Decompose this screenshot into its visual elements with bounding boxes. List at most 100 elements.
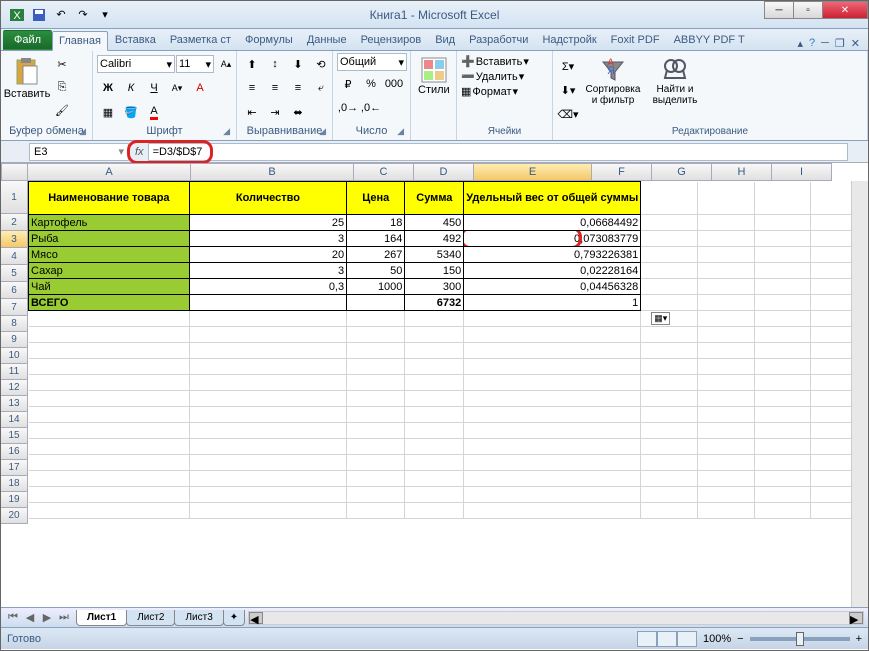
cell[interactable]: 0,02228164	[464, 263, 641, 279]
cell[interactable]	[641, 487, 698, 503]
font-color2-icon[interactable]: A	[189, 77, 211, 99]
cell[interactable]	[641, 391, 698, 407]
col-header[interactable]: E	[474, 163, 592, 181]
cells-area[interactable]: Наименование товара Количество Цена Сумм…	[28, 181, 868, 519]
cell[interactable]	[697, 471, 754, 487]
redo-icon[interactable]: ↷	[73, 5, 93, 25]
cell[interactable]	[697, 231, 754, 247]
border-icon[interactable]: ▦	[97, 101, 119, 123]
number-format-combo[interactable]: Общий▾	[337, 53, 407, 71]
formula-bar[interactable]: =D3/$D$7	[148, 143, 848, 161]
cell[interactable]	[754, 295, 811, 311]
cell[interactable]	[464, 487, 641, 503]
cell[interactable]: Удельный вес от общей суммы	[464, 182, 641, 215]
cell[interactable]	[754, 311, 811, 327]
tab-review[interactable]: Рецензиров	[354, 30, 429, 50]
styles-button[interactable]: Стили	[415, 53, 453, 99]
prev-sheet-icon[interactable]: ◀	[22, 611, 38, 624]
sheet-tab[interactable]: Лист1	[76, 610, 127, 626]
row-header[interactable]: 8	[1, 316, 28, 332]
col-header[interactable]: F	[592, 163, 652, 181]
row-header[interactable]: 2	[1, 214, 28, 231]
cell[interactable]: 164	[347, 231, 405, 247]
cell[interactable]	[405, 391, 464, 407]
cell[interactable]: 1	[464, 295, 641, 311]
save-icon[interactable]	[29, 5, 49, 25]
cell[interactable]	[29, 391, 190, 407]
cell[interactable]	[29, 327, 190, 343]
find-select-button[interactable]: Найти и выделить	[647, 53, 703, 109]
cell[interactable]	[641, 327, 698, 343]
cell[interactable]	[697, 359, 754, 375]
cell[interactable]	[464, 375, 641, 391]
align-mid-icon[interactable]: ↕	[264, 53, 286, 75]
cell[interactable]	[464, 391, 641, 407]
cell[interactable]	[754, 407, 811, 423]
col-header[interactable]: D	[414, 163, 474, 181]
cell[interactable]	[754, 182, 811, 215]
cell[interactable]: Чай	[29, 279, 190, 295]
cell[interactable]	[697, 391, 754, 407]
cell[interactable]: Количество	[189, 182, 346, 215]
cell[interactable]	[189, 423, 346, 439]
cell[interactable]	[697, 247, 754, 263]
cell[interactable]: 50	[347, 263, 405, 279]
cell[interactable]	[641, 471, 698, 487]
dec-decimal-icon[interactable]: ,0←	[360, 97, 382, 119]
next-sheet-icon[interactable]: ▶	[39, 611, 55, 624]
cell[interactable]	[189, 455, 346, 471]
cell[interactable]	[189, 407, 346, 423]
row-header[interactable]: 11	[1, 364, 28, 380]
zoom-in-icon[interactable]: +	[856, 633, 862, 645]
cell[interactable]	[347, 343, 405, 359]
italic-icon[interactable]: К	[120, 77, 142, 99]
row-header[interactable]: 17	[1, 460, 28, 476]
first-sheet-icon[interactable]: ⏮	[5, 611, 21, 624]
cell[interactable]: 267	[347, 247, 405, 263]
format-painter-icon[interactable]: 🖌	[51, 99, 73, 121]
cell[interactable]	[464, 343, 641, 359]
col-header[interactable]: B	[191, 163, 354, 181]
sheet-tab[interactable]: Лист2	[126, 610, 175, 626]
cell[interactable]	[697, 487, 754, 503]
cell[interactable]	[754, 247, 811, 263]
row-header[interactable]: 13	[1, 396, 28, 412]
delete-cells-button[interactable]: ➖Удалить▾	[461, 70, 524, 83]
cell[interactable]	[464, 359, 641, 375]
new-sheet-tab[interactable]: ✦	[223, 610, 245, 626]
cell[interactable]	[405, 439, 464, 455]
cell[interactable]: Цена	[347, 182, 405, 215]
comma-icon[interactable]: 000	[383, 73, 405, 95]
cell[interactable]: 0,06684492	[464, 215, 641, 231]
copy-icon[interactable]: ⎘	[51, 76, 73, 98]
cell[interactable]	[405, 471, 464, 487]
cell[interactable]	[29, 407, 190, 423]
row-header[interactable]: 6	[1, 282, 28, 299]
row-header[interactable]: 4	[1, 248, 28, 265]
cell[interactable]	[754, 215, 811, 231]
cell[interactable]	[189, 327, 346, 343]
col-header[interactable]: H	[712, 163, 772, 181]
cell[interactable]: Сумма	[405, 182, 464, 215]
underline-icon[interactable]: Ч	[143, 77, 165, 99]
font-color-icon[interactable]: A	[143, 101, 165, 123]
page-layout-view-icon[interactable]	[657, 631, 677, 647]
cell[interactable]: 0,3	[189, 279, 346, 295]
col-header[interactable]: A	[28, 163, 191, 181]
tab-addins[interactable]: Надстройк	[535, 30, 603, 50]
indent-inc-icon[interactable]: ⇥	[264, 101, 286, 123]
cell[interactable]	[347, 375, 405, 391]
cell[interactable]	[464, 407, 641, 423]
cell[interactable]	[641, 503, 698, 519]
cell[interactable]	[347, 407, 405, 423]
cell[interactable]	[405, 487, 464, 503]
col-header[interactable]: C	[354, 163, 414, 181]
cell[interactable]	[754, 263, 811, 279]
minimize-ribbon-icon[interactable]: ▴	[797, 37, 803, 50]
autosum-icon[interactable]: Σ▾	[557, 55, 579, 77]
zoom-level[interactable]: 100%	[703, 633, 731, 645]
tab-layout[interactable]: Разметка ст	[163, 30, 238, 50]
row-header[interactable]: 20	[1, 508, 28, 524]
cell[interactable]	[641, 439, 698, 455]
cell[interactable]	[29, 311, 190, 327]
